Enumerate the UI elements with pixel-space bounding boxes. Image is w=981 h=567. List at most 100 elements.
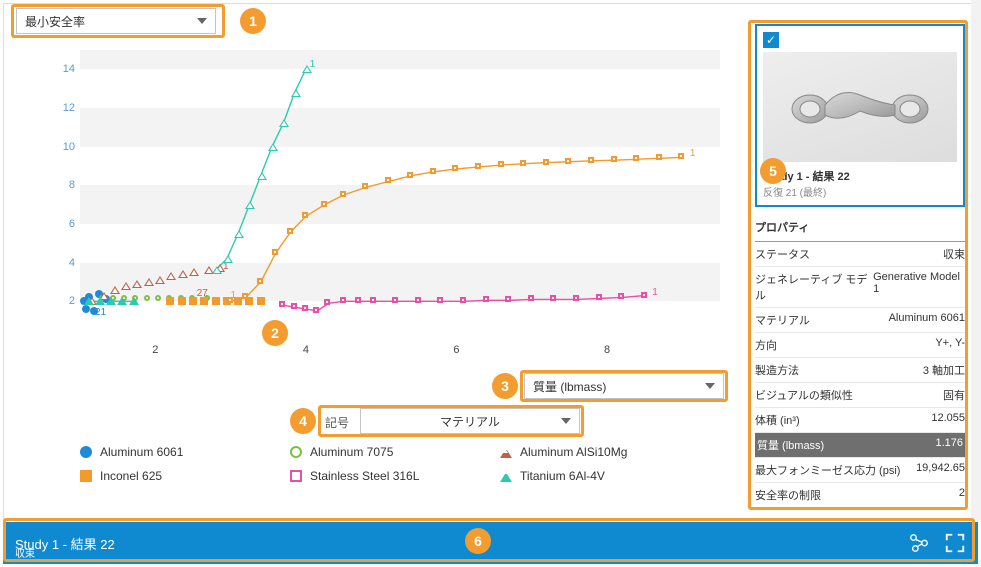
data-point[interactable] (257, 172, 267, 180)
xaxis-dropdown[interactable]: 質量 (lbmass) (524, 373, 724, 399)
symbol-label: 記号 (325, 414, 349, 431)
data-point[interactable] (392, 297, 398, 303)
data-point[interactable] (189, 268, 199, 276)
data-point[interactable] (313, 307, 319, 313)
data-point[interactable] (407, 172, 413, 178)
x-tick: 2 (152, 344, 158, 356)
data-point[interactable] (633, 155, 639, 161)
data-point[interactable] (212, 266, 222, 274)
data-point[interactable] (178, 270, 188, 278)
data-point[interactable] (483, 296, 489, 302)
data-point[interactable] (302, 305, 308, 311)
data-point[interactable] (257, 297, 265, 305)
data-point[interactable] (166, 297, 174, 305)
data-point[interactable] (257, 278, 263, 284)
data-point[interactable] (505, 296, 511, 302)
data-point[interactable] (340, 297, 346, 303)
data-point[interactable] (200, 297, 208, 305)
legend-label: Aluminum 7075 (310, 445, 393, 459)
data-point[interactable] (242, 293, 248, 299)
legend-item[interactable]: Aluminum AlSi10Mg (500, 445, 680, 459)
data-point[interactable] (291, 303, 297, 309)
data-point[interactable] (110, 286, 120, 294)
data-point[interactable] (155, 276, 165, 284)
data-point[interactable] (565, 158, 571, 164)
data-point[interactable] (475, 163, 481, 169)
data-point[interactable] (370, 297, 376, 303)
data-point[interactable] (678, 153, 684, 159)
data-point[interactable] (234, 230, 244, 238)
data-point[interactable] (129, 297, 139, 305)
data-point[interactable] (611, 156, 617, 162)
y-tick: 2 (55, 295, 75, 307)
y-tick: 12 (55, 102, 75, 114)
data-point[interactable] (520, 160, 526, 166)
vertical-scrollbar[interactable] (971, 0, 981, 521)
data-point[interactable] (189, 297, 197, 305)
data-point[interactable] (82, 305, 90, 313)
data-point[interactable] (121, 282, 131, 290)
annotation-badge-3: 3 (492, 373, 518, 399)
data-point[interactable] (279, 119, 289, 127)
property-label: 安全率の制限 (755, 487, 821, 503)
data-point[interactable] (227, 297, 233, 303)
legend-item[interactable]: Stainless Steel 316L (290, 469, 470, 483)
result-thumbnail-card[interactable]: ✓ Study 1 - 結果 22 反復 21 (最終) (755, 24, 965, 207)
data-point[interactable] (106, 297, 116, 305)
data-point[interactable] (279, 301, 285, 307)
thumbnail-title: Study 1 - 結果 22 (763, 168, 957, 184)
legend-item[interactable]: Titanium 6Al-4V (500, 469, 680, 483)
data-point[interactable] (272, 249, 278, 255)
data-point[interactable] (84, 297, 94, 305)
data-point[interactable] (291, 89, 301, 97)
data-point[interactable] (550, 295, 556, 301)
data-point[interactable] (498, 161, 504, 167)
symbol-dropdown-label: マテリアル (440, 413, 500, 430)
data-point[interactable] (415, 297, 421, 303)
data-point[interactable] (596, 294, 602, 300)
data-point[interactable] (641, 292, 647, 298)
legend-item[interactable]: Aluminum 7075 (290, 445, 470, 459)
data-point[interactable] (117, 297, 127, 305)
yaxis-dropdown[interactable]: 最小安全率 (16, 8, 216, 34)
thumbnail-checkbox[interactable]: ✓ (763, 32, 779, 48)
x-tick: 6 (453, 344, 459, 356)
data-point[interactable] (144, 278, 154, 286)
expand-icon[interactable] (944, 532, 966, 554)
data-point[interactable] (95, 297, 105, 305)
data-point[interactable] (212, 297, 220, 305)
property-row: ビジュアルの類似性固有 (755, 383, 965, 408)
y-tick: 4 (55, 257, 75, 269)
data-point[interactable] (460, 297, 466, 303)
data-point[interactable] (437, 297, 443, 303)
data-point[interactable] (543, 159, 549, 165)
data-point[interactable] (362, 183, 368, 189)
data-point[interactable] (618, 293, 624, 299)
data-point[interactable] (178, 297, 186, 305)
compare-icon[interactable] (908, 532, 930, 554)
data-point[interactable] (355, 297, 361, 303)
x-tick: 4 (303, 344, 309, 356)
data-point[interactable] (223, 255, 233, 263)
data-point[interactable] (324, 299, 330, 305)
properties-list: ステータス収束ジェネレーティブ モデルGenerative Model 1マテリ… (755, 242, 965, 507)
data-point[interactable] (245, 201, 255, 209)
data-point[interactable] (430, 168, 436, 174)
data-point[interactable] (656, 154, 662, 160)
data-point[interactable] (452, 165, 458, 171)
data-point[interactable] (132, 280, 142, 288)
data-point[interactable] (321, 201, 327, 207)
data-point[interactable] (588, 157, 594, 163)
data-point[interactable] (573, 295, 579, 301)
symbol-dropdown[interactable]: マテリアル (360, 408, 580, 434)
legend-item[interactable]: Inconel 625 (80, 469, 260, 483)
data-point[interactable] (340, 191, 346, 197)
chart-plot[interactable]: 212711111 (80, 50, 720, 340)
data-point[interactable] (302, 212, 308, 218)
data-point[interactable] (166, 272, 176, 280)
data-point[interactable] (268, 143, 278, 151)
data-point[interactable] (287, 228, 293, 234)
data-point[interactable] (528, 295, 534, 301)
data-point[interactable] (385, 177, 391, 183)
legend-item[interactable]: Aluminum 6061 (80, 445, 260, 459)
